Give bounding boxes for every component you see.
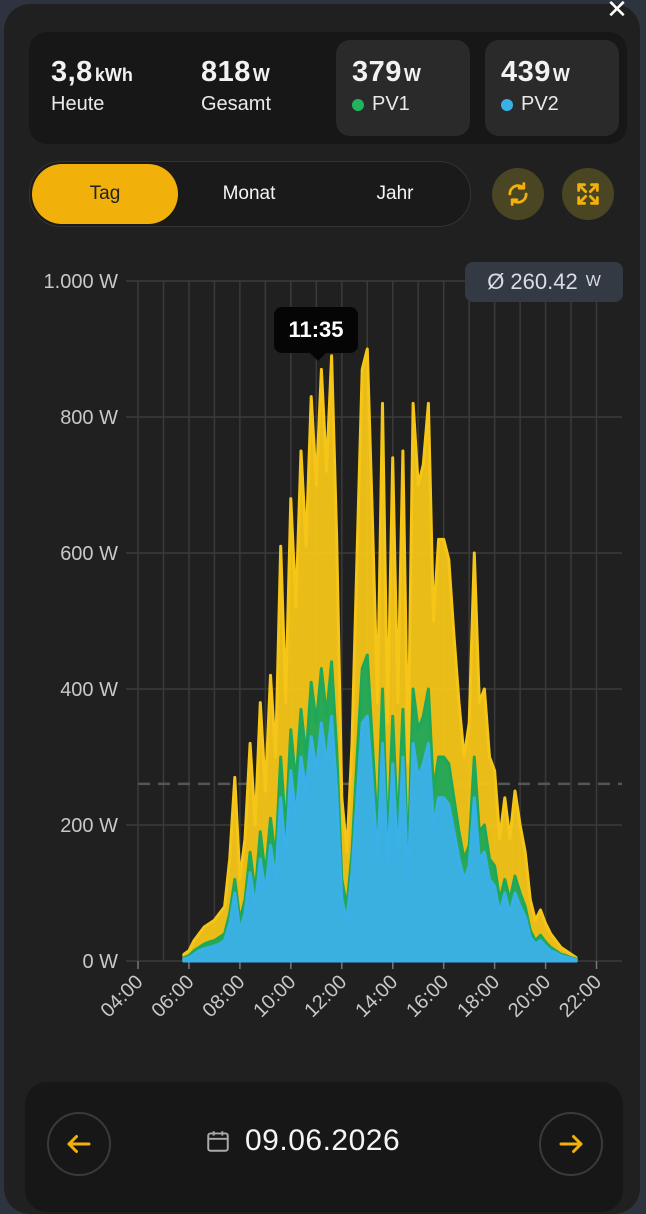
fullscreen-button[interactable] [562, 168, 614, 220]
y-tick-label: 200 W [60, 815, 118, 837]
x-tick-label: 22:00 [555, 971, 606, 1022]
fullscreen-icon [577, 183, 599, 205]
x-tick-label: 14:00 [351, 971, 402, 1022]
close-icon[interactable]: ✕ [602, 0, 632, 24]
y-tick-label: 1.000 W [44, 271, 119, 293]
date-text: 09.06.2026 [245, 1124, 401, 1157]
date-display[interactable]: 09.06.2026 [205, 1124, 400, 1158]
arrow-right-icon [559, 1135, 583, 1153]
refresh-button[interactable] [492, 168, 544, 220]
refresh-icon [508, 182, 528, 206]
stat-pv1-unit: W [403, 65, 421, 85]
stat-pv2-value: 439 [501, 56, 551, 88]
arrow-left-icon [67, 1135, 91, 1153]
average-value: Ø 260.42 [487, 269, 578, 294]
average-unit: W [585, 273, 601, 290]
y-tick-label: 400 W [60, 679, 118, 701]
period-tabs: Tag Monat Jahr [29, 161, 471, 227]
x-tick-label: 04:00 [97, 971, 148, 1022]
stat-pv1-value: 379 [352, 56, 402, 88]
average-badge: Ø 260.42 W [465, 262, 623, 302]
tab-tag[interactable]: Tag [32, 164, 178, 224]
stat-today-value: 3,8 [51, 56, 93, 88]
stat-today: 3,8 kWh Heute [51, 56, 133, 116]
x-tick-label: 18:00 [453, 971, 504, 1022]
stat-total-value: 818 [201, 56, 251, 88]
y-tick-label: 600 W [60, 543, 118, 565]
tab-jahr[interactable]: Jahr [322, 164, 468, 224]
calendar-icon [207, 1131, 229, 1152]
pv2-dot-icon [501, 98, 513, 111]
stat-pv2-label: PV2 [521, 93, 559, 115]
stat-today-label: Heute [51, 93, 105, 115]
power-chart[interactable]: 0 W 200 W 400 W 600 W 800 W 1.000 W 04:00 06:00… [0, 240, 646, 1060]
prev-day-button[interactable] [47, 1112, 111, 1176]
stat-pv2-card[interactable]: 439 W PV2 [485, 40, 619, 136]
y-tick-label: 800 W [60, 407, 118, 429]
stat-total-unit: W [252, 65, 270, 85]
stats-bar: 3,8 kWh Heute 818 W Gesamt 379 W PV1 439 W P… [29, 32, 627, 144]
x-tick-label: 20:00 [504, 971, 555, 1022]
date-navigation: 09.06.2026 [25, 1082, 623, 1212]
x-tick-label: 06:00 [148, 971, 199, 1022]
chart-tooltip: 11:35 [274, 307, 358, 361]
next-day-button[interactable] [539, 1112, 603, 1176]
x-tick-label: 08:00 [198, 971, 249, 1022]
pv1-dot-icon [352, 98, 364, 111]
tab-monat[interactable]: Monat [176, 164, 322, 224]
stat-pv1-label: PV1 [372, 93, 410, 115]
x-tick-label: 10:00 [249, 971, 300, 1022]
stat-total-label: Gesamt [201, 93, 272, 115]
stat-total: 818 W Gesamt [201, 56, 271, 116]
stat-pv2-unit: W [552, 65, 570, 85]
y-tick-label: 0 W [82, 951, 118, 973]
stat-today-unit: kWh [94, 65, 133, 85]
stat-pv1-card[interactable]: 379 W PV1 [336, 40, 470, 136]
x-tick-label: 16:00 [402, 971, 453, 1022]
x-tick-label: 12:00 [300, 971, 351, 1022]
